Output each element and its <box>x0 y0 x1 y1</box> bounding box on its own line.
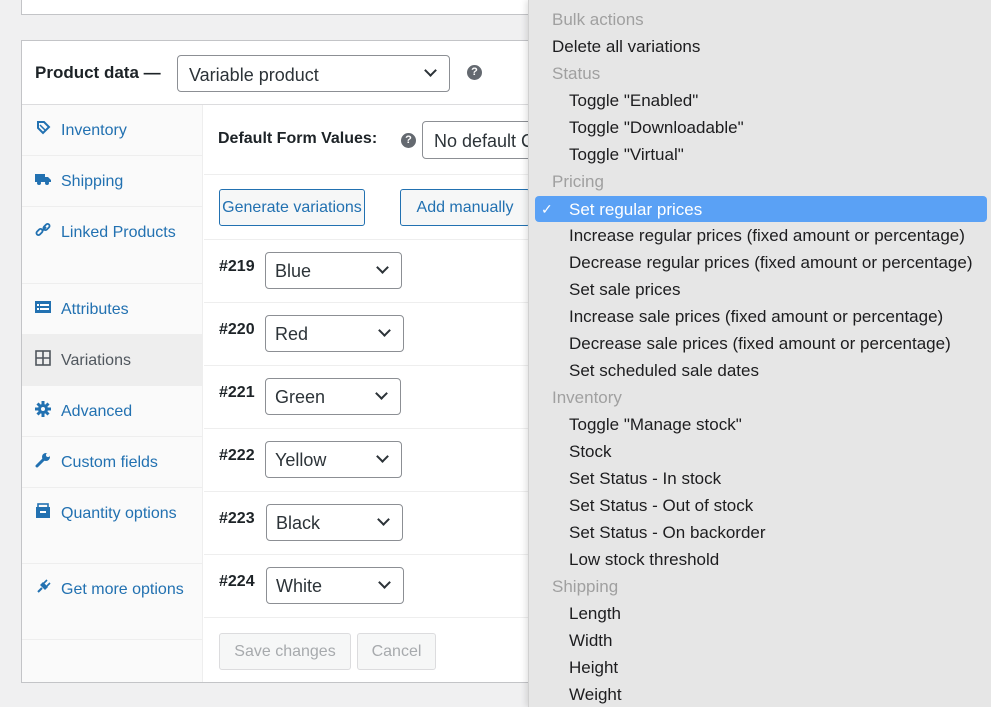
tab-label: Custom fields <box>61 454 158 471</box>
menu-item[interactable]: Toggle "Enabled" <box>529 87 991 114</box>
variation-row[interactable]: #223 Black <box>204 492 544 555</box>
menu-item[interactable]: Set scheduled sale dates <box>529 357 991 384</box>
tab-shipping[interactable]: Shipping <box>22 156 203 207</box>
variation-row[interactable]: #220 Red <box>204 303 544 366</box>
menu-item[interactable]: Increase regular prices (fixed amount or… <box>529 222 991 249</box>
menu-item[interactable]: Set Status - On backorder <box>529 519 991 546</box>
tab-label: Get more options <box>61 581 184 598</box>
menu-item[interactable]: Decrease regular prices (fixed amount or… <box>529 249 991 276</box>
menu-item[interactable]: Toggle "Downloadable" <box>529 114 991 141</box>
variation-color-value: Blue <box>275 261 312 281</box>
chevron-down-icon <box>377 513 390 526</box>
tab-label: Advanced <box>61 403 133 420</box>
variation-actions-row: Generate variations Add manually <box>204 175 544 240</box>
tab-advanced[interactable]: Advanced <box>22 386 203 437</box>
variation-color-select[interactable]: White <box>266 567 404 604</box>
product-type-select[interactable]: Variable product <box>177 55 450 92</box>
add-manually-button[interactable]: Add manually <box>400 189 530 226</box>
tab-inventory[interactable]: Inventory <box>22 105 203 156</box>
variation-id: #222 <box>219 447 255 464</box>
checkmark-icon: ✓ <box>541 201 553 217</box>
variation-color-select[interactable]: Black <box>266 504 403 541</box>
variation-id: #223 <box>219 510 255 527</box>
variation-color-value: Green <box>275 387 326 407</box>
variation-color-select[interactable]: Yellow <box>265 441 402 478</box>
menu-item[interactable]: Delete all variations <box>529 33 991 60</box>
default-form-values-label: Default Form Values: <box>218 130 378 147</box>
tab-label: Linked Products <box>61 224 176 241</box>
variation-row[interactable]: #221 Green <box>204 366 544 429</box>
menu-item[interactable]: Toggle "Virtual" <box>529 141 991 168</box>
menu-group-label: Status <box>552 64 601 83</box>
variation-color-value: Black <box>276 513 321 533</box>
menu-item[interactable]: Set Status - Out of stock <box>529 492 991 519</box>
variation-id: #224 <box>219 573 255 590</box>
variation-id: #221 <box>219 384 255 401</box>
chevron-down-icon <box>376 450 389 463</box>
variation-color-value: Red <box>275 324 309 344</box>
menu-group-label: Pricing <box>552 172 604 191</box>
tab-custom-fields[interactable]: Custom fields <box>22 437 203 488</box>
tab-label: Inventory <box>61 122 127 139</box>
tab-label: Attributes <box>61 301 129 318</box>
tab-label: Shipping <box>61 173 124 190</box>
chevron-down-icon <box>376 261 389 274</box>
menu-item[interactable]: Toggle "Manage stock" <box>529 411 991 438</box>
product-type-value: Variable product <box>189 65 319 85</box>
tab-attributes[interactable]: Attributes <box>22 284 203 335</box>
variation-color-select[interactable]: Red <box>265 315 404 352</box>
chevron-down-icon <box>424 64 437 77</box>
tab-quantity-options[interactable]: Quantity options <box>22 488 203 564</box>
menu-item[interactable]: Set sale prices <box>529 276 991 303</box>
help-icon[interactable]: ? <box>401 133 416 148</box>
variation-row[interactable]: #222 Yellow <box>204 429 544 492</box>
menu-item[interactable]: Low stock threshold <box>529 546 991 573</box>
variation-row[interactable]: #219 Blue <box>204 240 544 303</box>
menu-item-selected[interactable]: ✓ Set regular prices <box>535 196 987 222</box>
product-data-tabs: Inventory Shipping Linked Products Attri… <box>22 105 203 682</box>
help-icon[interactable]: ? <box>467 65 482 80</box>
menu-item[interactable]: Weight <box>529 681 991 707</box>
chevron-down-icon <box>378 576 391 589</box>
variation-id: #219 <box>219 258 255 275</box>
cancel-button[interactable]: Cancel <box>357 633 436 670</box>
tab-variations[interactable]: Variations <box>22 335 203 386</box>
chevron-down-icon <box>378 324 391 337</box>
menu-item[interactable]: Width <box>529 627 991 654</box>
save-changes-button[interactable]: Save changes <box>219 633 351 670</box>
generate-variations-button[interactable]: Generate variations <box>219 189 365 226</box>
menu-item[interactable]: Decrease sale prices (fixed amount or pe… <box>529 330 991 357</box>
product-data-title: Product data — <box>35 63 161 82</box>
menu-item[interactable]: Stock <box>529 438 991 465</box>
tab-get-more-options[interactable]: Get more options <box>22 564 203 640</box>
tab-label: Variations <box>61 352 131 369</box>
menu-group-label: Inventory <box>552 388 622 407</box>
variation-color-value: White <box>276 576 323 596</box>
default-form-values-row: Default Form Values: ? No default C <box>204 105 562 175</box>
menu-item[interactable]: Height <box>529 654 991 681</box>
tab-label: Quantity options <box>61 505 177 522</box>
variation-color-value: Yellow <box>275 450 327 470</box>
bulk-actions-dropdown: Bulk actions Delete all variations Statu… <box>528 0 991 707</box>
chevron-down-icon <box>375 387 388 400</box>
variation-id: #220 <box>219 321 255 338</box>
variation-color-select[interactable]: Blue <box>265 252 402 289</box>
default-form-value: No default C <box>434 131 535 151</box>
menu-item[interactable]: Set Status - In stock <box>529 465 991 492</box>
menu-group-label: Bulk actions <box>552 10 644 29</box>
variation-color-select[interactable]: Green <box>265 378 401 415</box>
menu-item[interactable]: Length <box>529 600 991 627</box>
variations-panel: Default Form Values: ? No default C Gene… <box>204 105 562 682</box>
menu-item-label: Set regular prices <box>569 200 703 219</box>
variation-row[interactable]: #224 White <box>204 555 544 618</box>
menu-item[interactable]: Increase sale prices (fixed amount or pe… <box>529 303 991 330</box>
tab-linked-products[interactable]: Linked Products <box>22 207 203 284</box>
menu-group-label: Shipping <box>552 577 619 596</box>
